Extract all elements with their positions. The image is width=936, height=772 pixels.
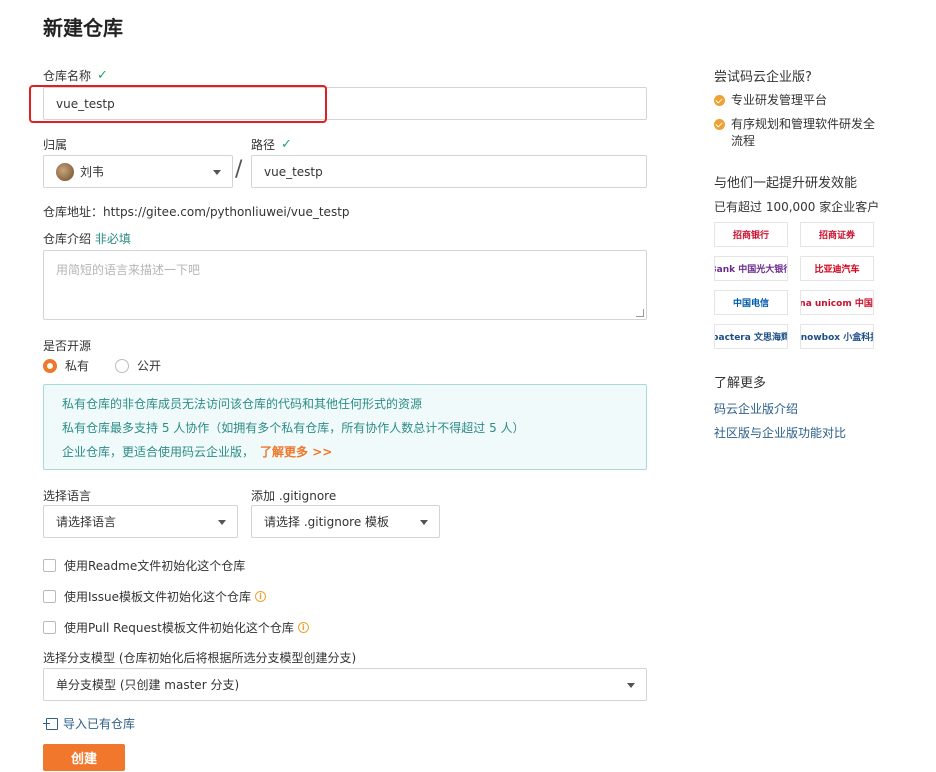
info-line: 私有仓库的非仓库成员无法访问该仓库的代码和其他任何形式的资源: [62, 397, 423, 411]
feature-text: 有序规划和管理软件研发全流程: [731, 117, 876, 148]
list-item: 有序规划和管理软件研发全流程: [714, 116, 884, 150]
branch-model-label: 选择分支模型 (仓库初始化后将根据所选分支模型创建分支): [43, 651, 357, 665]
pr-checkbox[interactable]: [43, 621, 56, 634]
branch-model-select[interactable]: 单分支模型 (只创建 master 分支): [43, 668, 647, 701]
annotation-highlight-box: [29, 85, 327, 123]
resize-handle-icon[interactable]: [636, 309, 644, 317]
customer-logo: Bank 中国光大银行: [714, 256, 788, 281]
pr-checkbox-label: 使用Pull Request模板文件初始化这个仓库: [64, 621, 294, 635]
repo-name-valid-icon: ✓: [97, 68, 108, 83]
enterprise-intro-link[interactable]: 码云企业版介绍: [714, 400, 798, 417]
repo-url-label: 仓库地址：: [43, 205, 104, 219]
customer-logo: pactera 文思海辉: [714, 324, 788, 349]
gitignore-value: 请选择 .gitignore 模板: [264, 515, 390, 529]
chevron-down-icon: [627, 683, 635, 688]
chevron-down-icon: [218, 520, 226, 525]
customer-logo: 比亚迪汽车: [800, 256, 874, 281]
open-source-label: 是否开源: [43, 339, 92, 353]
import-icon: [43, 717, 58, 730]
readme-checkbox-label: 使用Readme文件初始化这个仓库: [64, 559, 246, 573]
path-valid-icon: ✓: [281, 137, 292, 152]
chevron-down-icon: [420, 520, 428, 525]
radio-selected-icon: [43, 358, 57, 373]
repo-name-label: 仓库名称: [43, 69, 92, 83]
path-value: vue_testp: [264, 164, 323, 179]
issue-checkbox-label: 使用Issue模板文件初始化这个仓库: [64, 590, 252, 604]
import-repo-link[interactable]: 导入已有仓库: [43, 715, 136, 732]
gitignore-select[interactable]: 请选择 .gitignore 模板: [251, 505, 440, 538]
customer-logo: 招商银行: [714, 222, 788, 247]
description-optional-tag: 非必填: [94, 232, 131, 246]
description-label: 仓库介绍: [43, 232, 92, 246]
feature-text: 专业研发管理平台: [731, 93, 828, 107]
info-line-text: 企业仓库，更适合使用码云企业版，: [62, 445, 255, 459]
gitignore-label: 添加 .gitignore: [251, 489, 337, 503]
visibility-radio-group: 私有 公开: [43, 357, 161, 374]
info-icon[interactable]: i: [255, 591, 267, 602]
issue-checkbox[interactable]: [43, 590, 56, 603]
description-label-row: 仓库介绍 非必填: [43, 230, 131, 247]
list-item: 专业研发管理平台: [714, 92, 884, 109]
customers-title: 与他们一起提升研发效能: [714, 176, 858, 191]
enterprise-feature-list: 专业研发管理平台 有序规划和管理软件研发全流程: [714, 92, 884, 150]
learn-more-title: 了解更多: [714, 376, 767, 391]
create-button[interactable]: 创建: [43, 744, 125, 771]
chevron-down-icon: [213, 170, 221, 175]
customer-logo-grid: 招商银行 招商证券 Bank 中国光大银行 比亚迪汽车 中国电信 China u…: [714, 222, 876, 349]
issue-checkbox-row[interactable]: 使用Issue模板文件初始化这个仓库 i: [43, 588, 267, 605]
language-label: 选择语言: [43, 489, 92, 503]
radio-private[interactable]: 私有: [43, 357, 89, 374]
repo-url-row: 仓库地址：https://gitee.com/pythonliuwei/vue_…: [43, 203, 350, 220]
language-value: 请选择语言: [56, 515, 117, 529]
edition-compare-link[interactable]: 社区版与企业版功能对比: [714, 424, 846, 441]
path-label-row: 路径 ✓: [251, 136, 292, 153]
pr-checkbox-row[interactable]: 使用Pull Request模板文件初始化这个仓库 i: [43, 619, 309, 636]
private-info-box: 私有仓库的非仓库成员无法访问该仓库的代码和其他任何形式的资源 私有仓库最多支持 …: [43, 384, 647, 470]
readme-checkbox-row[interactable]: 使用Readme文件初始化这个仓库: [43, 557, 245, 574]
avatar: [56, 162, 74, 181]
repo-url-value: https://gitee.com/pythonliuwei/vue_testp: [103, 205, 350, 219]
owner-value: 刘韦: [80, 165, 105, 179]
repo-name-label-row: 仓库名称 ✓: [43, 67, 108, 84]
customers-count-text: 已有超过 100,000 家企业客户: [714, 200, 880, 214]
info-line-enterprise: 企业仓库，更适合使用码云企业版， 了解更多 >>: [62, 440, 628, 464]
radio-unselected-icon: [115, 358, 130, 373]
check-circle-icon: [714, 119, 725, 130]
owner-select[interactable]: 刘韦: [43, 155, 233, 188]
radio-public[interactable]: 公开: [115, 357, 161, 374]
branch-model-value: 单分支模型 (只创建 master 分支): [56, 678, 240, 692]
owner-label: 归属: [43, 138, 68, 152]
customer-logo: 招商证券: [800, 222, 874, 247]
customer-logo: knowbox 小盒科技: [800, 324, 874, 349]
path-label: 路径: [251, 138, 276, 152]
radio-public-label: 公开: [137, 359, 162, 373]
description-textarea[interactable]: 用简短的语言来描述一下吧: [43, 250, 647, 320]
path-input[interactable]: vue_testp: [251, 155, 647, 188]
customer-logo: China unicom 中国联通: [800, 290, 874, 315]
readme-checkbox[interactable]: [43, 559, 56, 572]
info-icon[interactable]: i: [297, 622, 309, 633]
customer-logo: 中国电信: [714, 290, 788, 315]
language-select[interactable]: 请选择语言: [43, 505, 238, 538]
path-separator: /: [235, 157, 243, 182]
info-line: 私有仓库最多支持 5 人协作（如拥有多个私有仓库，所有协作人数总计不得超过 5 …: [62, 421, 525, 435]
enterprise-try-title: 尝试码云企业版?: [714, 70, 812, 85]
description-placeholder: 用简短的语言来描述一下吧: [56, 263, 201, 277]
radio-private-label: 私有: [65, 359, 90, 373]
page-title: 新建仓库: [43, 16, 123, 40]
import-repo-label: 导入已有仓库: [63, 717, 136, 731]
check-circle-icon: [714, 95, 725, 106]
learn-more-link[interactable]: 了解更多 >>: [260, 445, 332, 459]
